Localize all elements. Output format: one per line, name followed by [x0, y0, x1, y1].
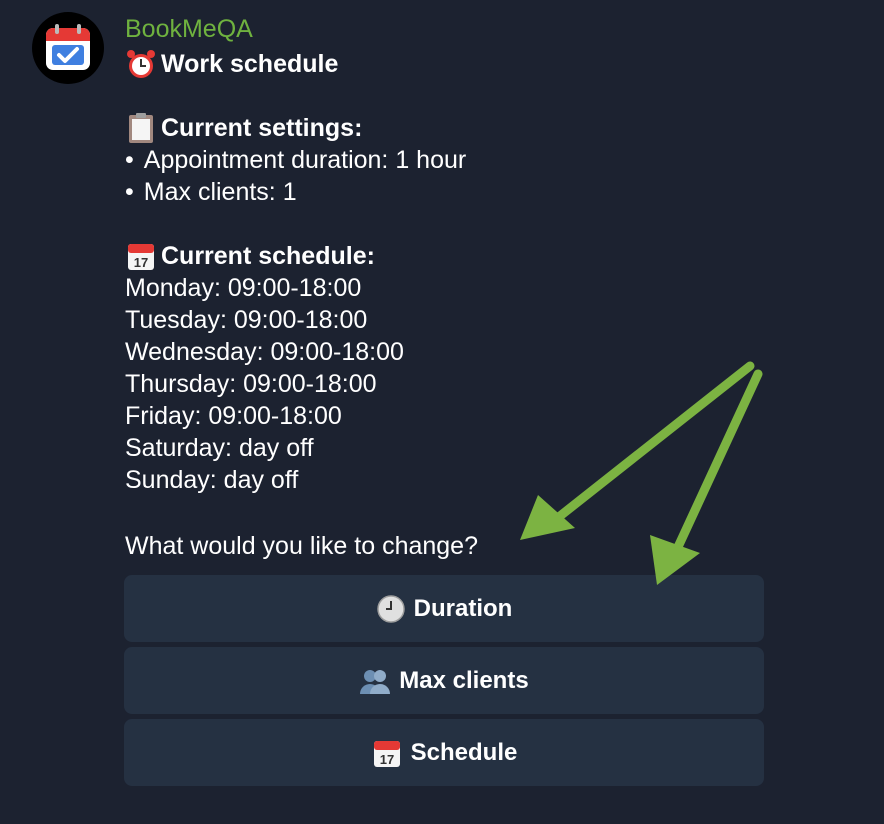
- bot-avatar[interactable]: [32, 12, 104, 84]
- schedule-row-thursday: Thursday: 09:00-18:00: [125, 370, 377, 398]
- schedule-row-tuesday: Tuesday: 09:00-18:00: [125, 306, 368, 334]
- schedule-button[interactable]: 17 Schedule: [124, 719, 764, 786]
- max-clients-button-label: Max clients: [399, 666, 529, 694]
- svg-text:17: 17: [379, 752, 393, 767]
- schedule-heading-line: 17 Current schedule:: [125, 240, 825, 272]
- message-body: Work schedule Current settings: • Appoint…: [125, 48, 825, 496]
- schedule-button-label: Schedule: [410, 738, 518, 766]
- message-title: Work schedule: [161, 50, 339, 78]
- schedule-row-sunday: Sunday: day off: [125, 466, 299, 494]
- message-title-line: Work schedule: [125, 48, 825, 80]
- schedule-row-monday: Monday: 09:00-18:00: [125, 274, 362, 302]
- clock-icon: [376, 594, 406, 624]
- calendar-icon: 17: [371, 737, 403, 769]
- calendar-icon: 17: [125, 240, 161, 272]
- clipboard-icon: [125, 112, 161, 144]
- settings-item: • Max clients: 1: [125, 178, 297, 206]
- settings-heading-line: Current settings:: [125, 112, 825, 144]
- settings-item: • Appointment duration: 1 hour: [125, 146, 467, 174]
- max-clients-button[interactable]: Max clients: [124, 647, 764, 714]
- schedule-row-saturday: Saturday: day off: [125, 434, 314, 462]
- duration-button[interactable]: Duration: [124, 575, 764, 642]
- schedule-heading: Current schedule:: [161, 242, 375, 270]
- schedule-row-friday: Friday: 09:00-18:00: [125, 402, 342, 430]
- settings-heading: Current settings:: [161, 114, 363, 142]
- message-question: What would you like to change?: [125, 532, 478, 560]
- schedule-row-wednesday: Wednesday: 09:00-18:00: [125, 338, 404, 366]
- annotation-arrowhead-left: [520, 495, 575, 540]
- svg-text:17: 17: [134, 255, 148, 270]
- alarm-clock-icon: [125, 48, 161, 80]
- people-icon: [359, 666, 391, 696]
- sender-name[interactable]: BookMeQA: [125, 14, 253, 44]
- calendar-check-icon: [46, 24, 90, 70]
- duration-button-label: Duration: [413, 594, 513, 622]
